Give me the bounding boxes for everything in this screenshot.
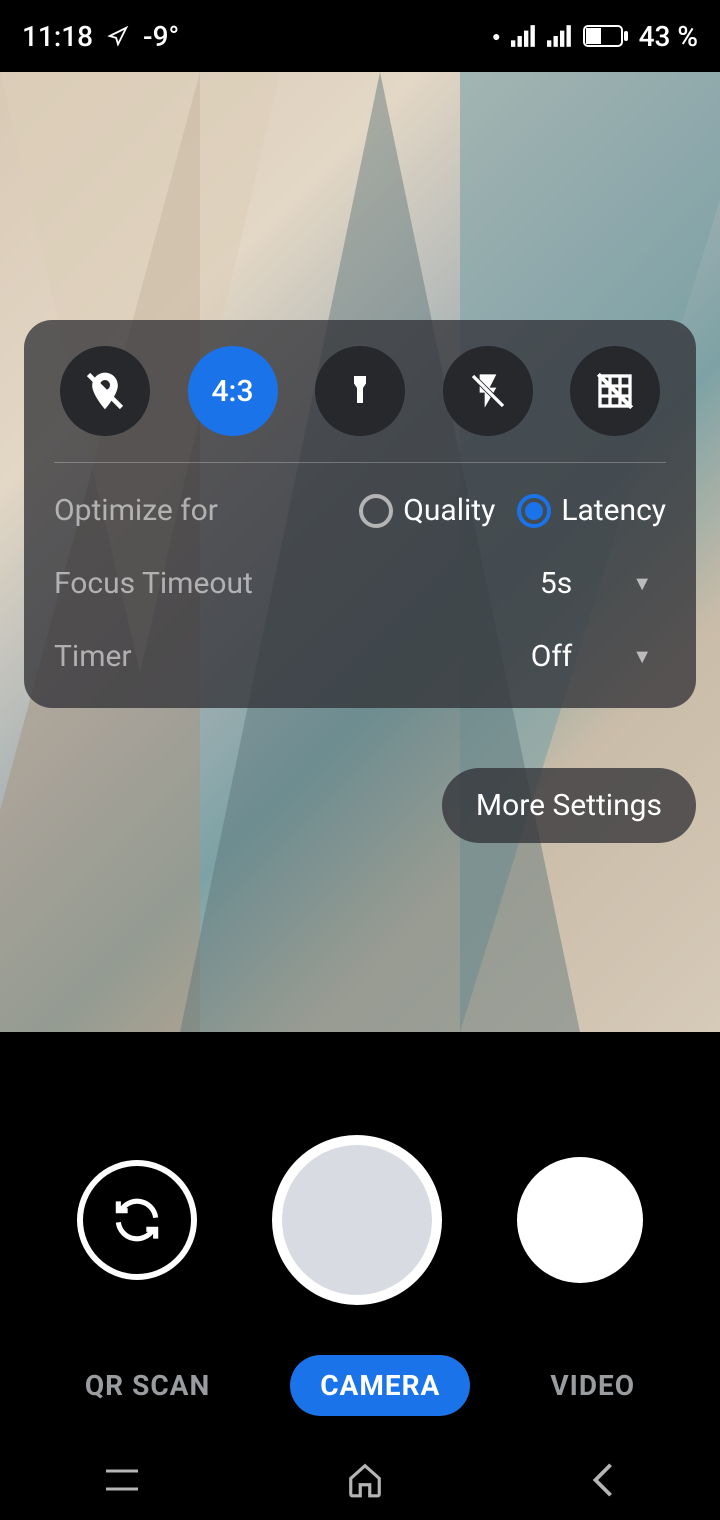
torch-button[interactable] <box>315 346 405 436</box>
mode-label: VIDEO <box>550 1369 635 1402</box>
focus-timeout-row[interactable]: Focus Timeout 5s ▼ <box>54 566 666 601</box>
aspect-ratio-label: 4:3 <box>211 374 253 409</box>
switch-camera-button[interactable] <box>77 1160 197 1280</box>
focus-timeout-label: Focus Timeout <box>54 566 253 601</box>
back-button[interactable] <box>588 1461 618 1499</box>
aspect-ratio-button[interactable]: 4:3 <box>188 346 278 436</box>
quick-settings-row: 4:3 <box>54 342 666 463</box>
home-button[interactable] <box>346 1461 384 1499</box>
radio-selected-icon <box>517 494 551 528</box>
mode-label: CAMERA <box>320 1369 440 1402</box>
mode-camera[interactable]: CAMERA <box>290 1355 470 1416</box>
optimize-quality-label: Quality <box>403 493 495 528</box>
recents-button[interactable] <box>102 1465 142 1495</box>
signal2-icon <box>547 25 573 47</box>
battery-icon <box>583 25 629 47</box>
status-time: 11:18 <box>22 20 93 53</box>
optimize-latency-radio[interactable]: Latency <box>517 493 666 528</box>
optimize-latency-label: Latency <box>561 493 666 528</box>
more-settings-button[interactable]: More Settings <box>442 768 696 843</box>
signal-icon <box>511 25 537 47</box>
mode-qr-scan[interactable]: QR SCAN <box>55 1355 240 1416</box>
camera-modes: QR SCAN CAMERA VIDEO <box>0 1355 720 1416</box>
chevron-down-icon: ▼ <box>632 571 652 596</box>
gallery-button[interactable] <box>517 1157 643 1283</box>
timer-row[interactable]: Timer Off ▼ <box>54 639 666 674</box>
shutter-button[interactable] <box>272 1135 442 1305</box>
status-battery: 43 % <box>639 20 698 53</box>
navigation-bar <box>0 1440 720 1520</box>
optimize-quality-radio[interactable]: Quality <box>359 493 495 528</box>
camera-controls <box>0 1120 720 1320</box>
timer-value: Off <box>531 639 573 674</box>
grid-off-button[interactable] <box>570 346 660 436</box>
mode-label: QR SCAN <box>85 1369 210 1402</box>
more-settings-label: More Settings <box>476 788 662 823</box>
status-temperature: -9° <box>143 20 179 53</box>
send-icon <box>107 25 129 47</box>
focus-timeout-value: 5s <box>540 566 572 601</box>
chevron-down-icon: ▼ <box>632 644 652 669</box>
status-bar: 11:18 -9° ● 43 % <box>0 0 720 72</box>
mode-video[interactable]: VIDEO <box>520 1355 665 1416</box>
dot-icon: ● <box>492 28 500 45</box>
flash-off-button[interactable] <box>443 346 533 436</box>
radio-unselected-icon <box>359 494 393 528</box>
location-off-button[interactable] <box>60 346 150 436</box>
optimize-row: Optimize for Quality Latency <box>54 493 666 528</box>
timer-label: Timer <box>54 639 132 674</box>
camera-settings-panel: 4:3 Optimize for Quality Latency Focus T… <box>24 320 696 708</box>
optimize-label: Optimize for <box>54 493 218 528</box>
